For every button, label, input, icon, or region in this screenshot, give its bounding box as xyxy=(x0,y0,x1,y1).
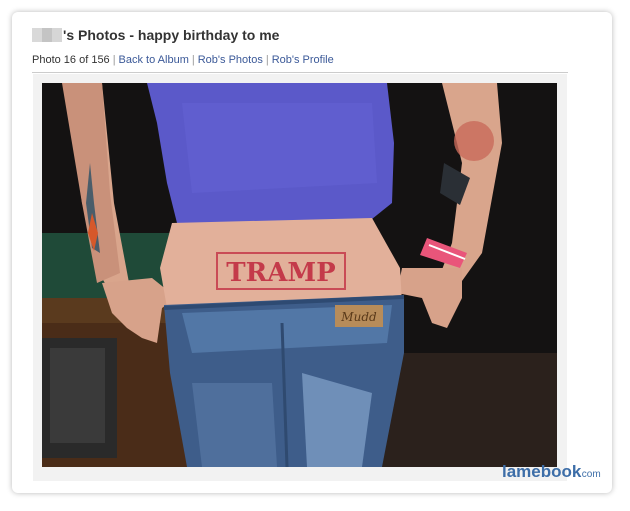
photo-count: Photo 16 of 156 xyxy=(32,54,110,66)
separator: | xyxy=(191,54,195,66)
main-photo[interactable]: TRAMP Mudd xyxy=(42,83,557,467)
watermark-brand: lamebook xyxy=(502,462,582,481)
robs-photos-link[interactable]: Rob's Photos xyxy=(198,54,263,66)
back-to-album-link[interactable]: Back to Album xyxy=(119,54,189,66)
robs-profile-link[interactable]: Rob's Profile xyxy=(272,54,334,66)
separator: | xyxy=(112,54,116,66)
lamebook-watermark: lamebook .com xyxy=(502,459,602,483)
header-divider xyxy=(32,72,568,73)
photo-subnav: Photo 16 of 156 | Back to Album | Rob's Phot… xyxy=(32,54,334,66)
page-title-text: 's Photos - happy birthday to me xyxy=(63,27,280,43)
watermark-suffix: .com xyxy=(579,469,601,480)
jeans-label-text: Mudd xyxy=(340,310,377,324)
separator: | xyxy=(265,54,269,66)
tattoo-text: TRAMP xyxy=(226,258,335,288)
photo-page-card: 's Photos - happy birthday to me Photo 1… xyxy=(12,12,612,493)
page-title: 's Photos - happy birthday to me xyxy=(32,27,279,43)
photo-illustration: TRAMP Mudd xyxy=(42,83,557,467)
blurred-name xyxy=(32,28,62,42)
